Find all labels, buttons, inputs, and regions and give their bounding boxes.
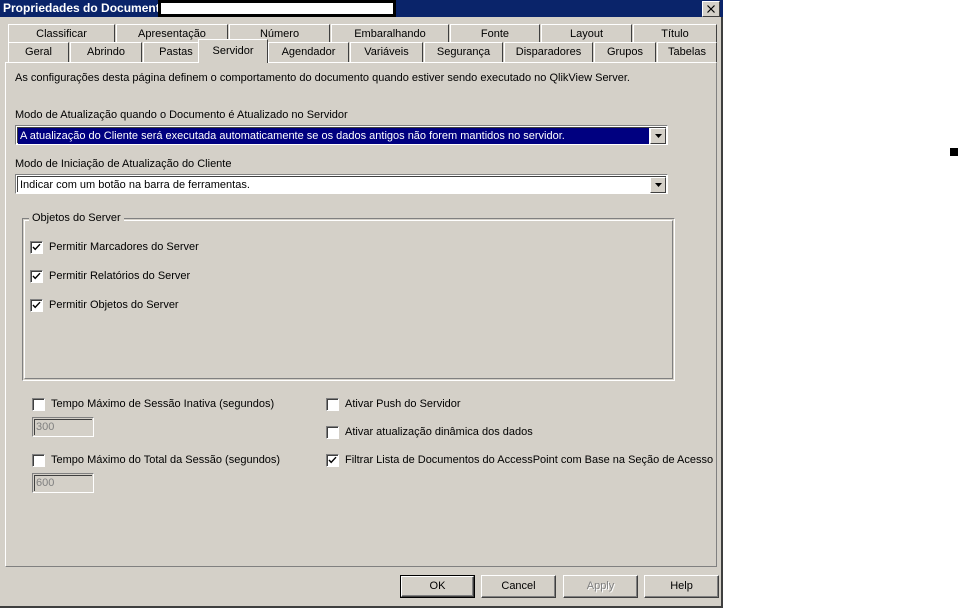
tab-tabelas[interactable]: Tabelas: [657, 42, 717, 62]
tab-abrindo[interactable]: Abrindo: [70, 42, 142, 62]
server-feature-checkbox-2-box[interactable]: [326, 426, 339, 439]
session-timeout-checkbox-1-label: Tempo Máximo de Sessão Inativa (segundos…: [51, 398, 275, 410]
initiation-mode-combo[interactable]: Indicar com um botão na barra de ferrame…: [15, 174, 668, 194]
ok-button[interactable]: OK: [400, 575, 475, 598]
session-timeout-input-2-value: 600: [36, 477, 55, 489]
help-button-label: Help: [670, 580, 693, 592]
tab-titulo[interactable]: Título: [633, 24, 717, 44]
refresh-mode-label: Modo de Atualização quando o Documento é…: [15, 109, 348, 121]
initiation-mode-label: Modo de Iniciação de Atualização do Clie…: [15, 158, 232, 170]
title-redaction-overlay: [158, 0, 396, 17]
close-icon[interactable]: [702, 1, 720, 17]
tab-fonte[interactable]: Fonte: [450, 24, 540, 44]
check-icon: [32, 243, 41, 251]
tab-variaveis[interactable]: Variáveis: [350, 42, 423, 62]
tab-seguranca[interactable]: Segurança: [424, 42, 503, 62]
server-object-checkbox-2-box[interactable]: [30, 270, 43, 283]
session-timeout-input-1[interactable]: 300: [32, 417, 94, 437]
ok-button-label: OK: [429, 580, 446, 592]
panel-description: As configurações desta página definem o …: [15, 72, 630, 84]
tab-disparadores[interactable]: Disparadores: [504, 42, 593, 62]
server-settings-panel: As configurações desta página definem o …: [5, 62, 717, 567]
check-icon: [32, 272, 41, 280]
initiation-mode-value: Indicar com um botão na barra de ferrame…: [20, 179, 250, 191]
tab-servidor[interactable]: Servidor: [198, 39, 268, 63]
server-object-checkbox-3-label: Permitir Objetos do Server: [49, 299, 179, 311]
document-properties-dialog: Propriedades do Documento Classificar Apr…: [0, 0, 723, 608]
initiation-mode-combo-inner: Indicar com um botão na barra de ferrame…: [17, 176, 666, 193]
title-bar: Propriedades do Documento: [0, 0, 723, 17]
refresh-mode-combo-inner: A atualização do Cliente será executada …: [17, 127, 666, 144]
server-object-checkbox-1-label: Permitir Marcadores do Server: [49, 241, 199, 253]
session-timeout-input-2[interactable]: 600: [32, 473, 94, 493]
server-feature-checkbox-3-box[interactable]: [326, 454, 339, 467]
check-icon: [32, 301, 41, 309]
server-feature-checkbox-3-label: Filtrar Lista de Documentos do AccessPoi…: [345, 454, 714, 466]
stray-marker: [950, 148, 958, 156]
cancel-button[interactable]: Cancel: [481, 575, 556, 598]
refresh-mode-value: A atualização do Cliente será executada …: [18, 128, 649, 144]
session-timeout-input-1-value: 300: [36, 421, 55, 433]
server-feature-checkbox-2-label: Ativar atualização dinâmica dos dados: [345, 426, 533, 438]
check-icon: [328, 456, 337, 464]
server-object-checkbox-2-label: Permitir Relatórios do Server: [49, 270, 191, 282]
session-timeout-checkbox-2-box[interactable]: [32, 454, 45, 467]
cancel-button-label: Cancel: [501, 580, 536, 592]
tab-layout[interactable]: Layout: [541, 24, 632, 44]
tab-geral[interactable]: Geral: [8, 42, 69, 62]
tab-strip: Classificar Apresentação Número Embaralhand…: [0, 19, 723, 63]
tab-classificar[interactable]: Classificar: [8, 24, 115, 44]
tab-grupos[interactable]: Grupos: [594, 42, 656, 62]
chevron-down-icon[interactable]: [650, 177, 666, 193]
server-objects-groupbox-legend: Objetos do Server: [29, 212, 124, 224]
server-object-checkbox-3-box[interactable]: [30, 299, 43, 312]
apply-button-label: Apply: [586, 580, 615, 592]
server-feature-checkbox-1-label: Ativar Push do Servidor: [345, 398, 461, 410]
tab-row-bottom: Geral Abrindo Pastas Servidor Agendador Variá…: [0, 39, 723, 64]
title-redaction-inner: [161, 3, 393, 14]
tab-agendador[interactable]: Agendador: [268, 42, 349, 62]
session-timeout-checkbox-1-box[interactable]: [32, 398, 45, 411]
tab-embaralhando[interactable]: Embaralhando: [331, 24, 449, 44]
refresh-mode-combo[interactable]: A atualização do Cliente será executada …: [15, 125, 668, 145]
chevron-down-icon[interactable]: [650, 128, 666, 144]
server-object-checkbox-1-box[interactable]: [30, 241, 43, 254]
session-timeout-checkbox-2-label: Tempo Máximo do Total da Sessão (segundo…: [51, 454, 281, 466]
window-title: Propriedades do Documento: [3, 1, 168, 15]
apply-button: Apply: [563, 575, 638, 598]
server-feature-checkbox-1-box[interactable]: [326, 398, 339, 411]
help-button[interactable]: Help: [644, 575, 719, 598]
